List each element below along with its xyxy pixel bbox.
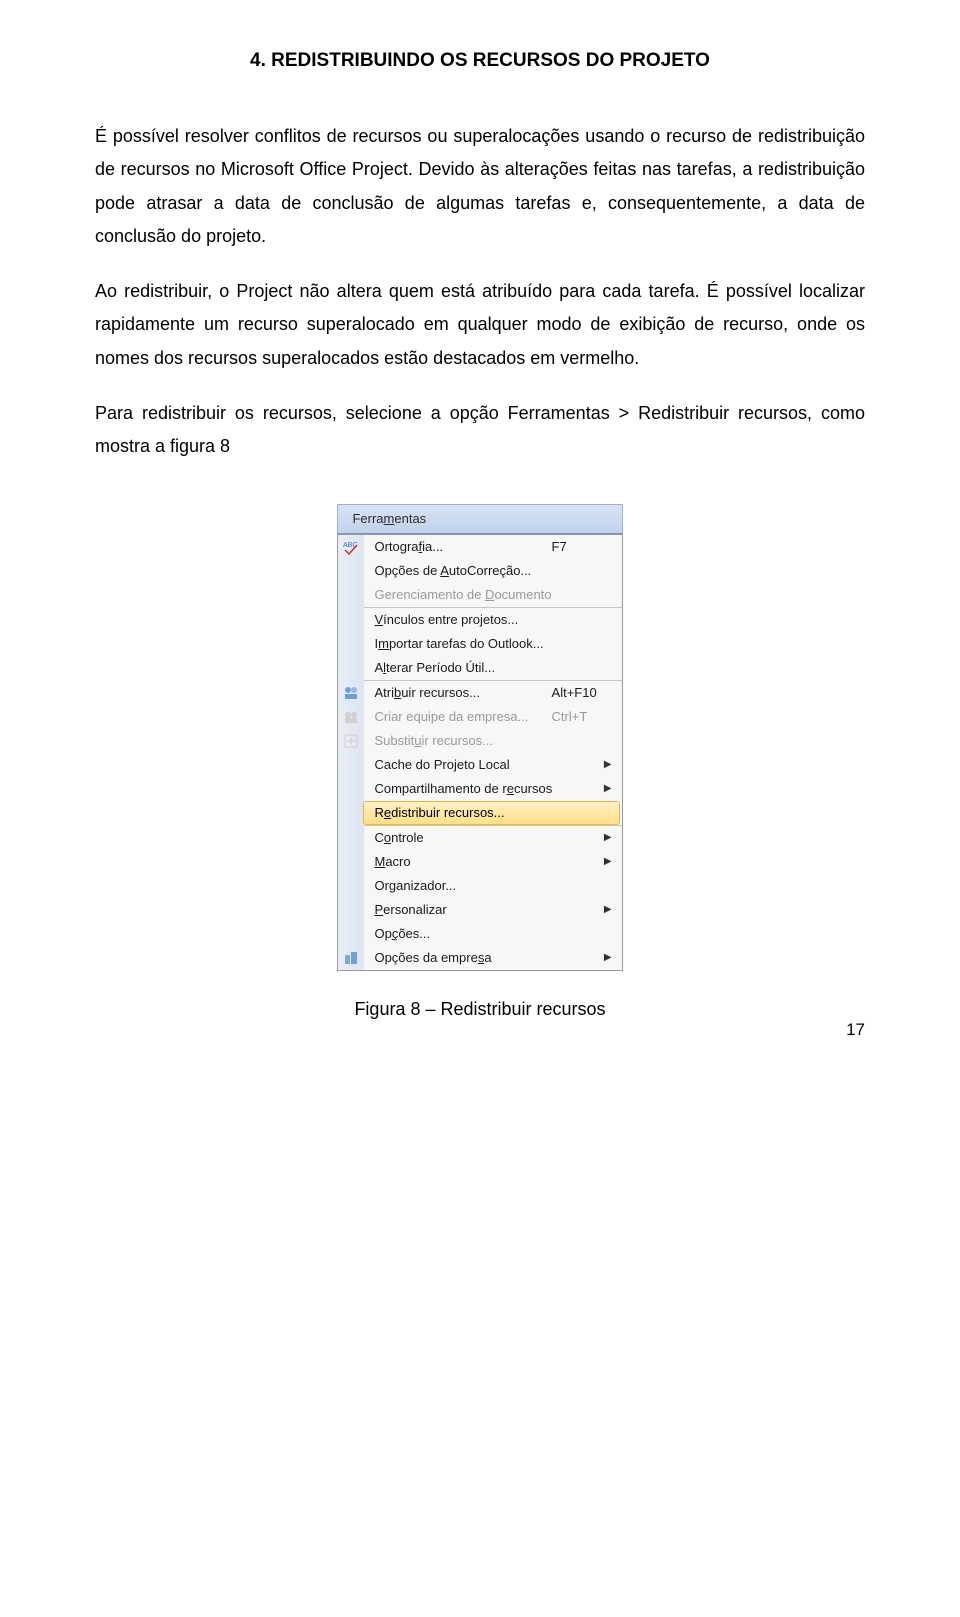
submenu-arrow-icon: ▶ xyxy=(604,952,622,963)
menu-item-icon-cell xyxy=(338,753,364,777)
menu-item-shortcut-spacer xyxy=(552,563,622,578)
menu-item[interactable]: Cache do Projeto Local▶ xyxy=(364,753,621,777)
submenu-arrow-icon: ▶ xyxy=(604,759,622,770)
menu-item-shortcut-spacer xyxy=(552,926,622,941)
menu-item-shortcut: Alt+F10 xyxy=(552,685,622,700)
menu-item-icon-cell xyxy=(338,850,364,874)
submenu-arrow-icon: ▶ xyxy=(604,856,622,867)
menu-item-icon-cell xyxy=(338,874,364,898)
paragraph-2: Ao redistribuir, o Project não altera qu… xyxy=(95,275,865,375)
menu-title-ferramentas[interactable]: Ferramentas xyxy=(337,504,622,534)
menu-item-redistribuir-recursos[interactable]: Redistribuir recursos... xyxy=(363,801,619,825)
spellcheck-icon: ABC xyxy=(343,539,359,555)
menu-item-icon-cell xyxy=(338,656,364,680)
menu-item-icon-cell xyxy=(338,705,364,729)
menu-item-label: Atribuir recursos... xyxy=(364,685,551,700)
menu-item[interactable]: Personalizar▶ xyxy=(364,898,621,922)
menu-item-icon-cell xyxy=(338,801,364,825)
menu-body: ABC Ortografia...F7Opções de AutoCorreçã… xyxy=(337,534,622,971)
menu-item[interactable]: Compartilhamento de recursos▶ xyxy=(364,777,621,801)
menu-item-icon-cell xyxy=(338,898,364,922)
menu-item-shortcut: Ctrl+T xyxy=(552,709,622,724)
menu-item[interactable]: Ortografia...F7 xyxy=(364,535,621,559)
menu-items-column: Ortografia...F7Opções de AutoCorreção...… xyxy=(364,535,621,970)
menu-item-label: Opções de AutoCorreção... xyxy=(364,563,551,578)
paragraph-3: Para redistribuir os recursos, selecione… xyxy=(95,397,865,464)
menu-item-shortcut-spacer xyxy=(552,612,622,627)
menu-item-label: Opções da empresa xyxy=(364,950,603,965)
menu-item[interactable]: Opções da empresa▶ xyxy=(364,946,621,970)
menu-item-label: Organizador... xyxy=(364,878,551,893)
menu-item-label: Importar tarefas do Outlook... xyxy=(364,636,551,651)
ferramentas-menu-screenshot: Ferramentas ABC Ortografia...F7Opções de… xyxy=(337,504,622,971)
menu-item-shortcut-spacer xyxy=(552,636,622,651)
menu-item-icon-cell xyxy=(338,559,364,583)
menu-item[interactable]: Controle▶ xyxy=(364,826,621,850)
menu-item-label: Opções... xyxy=(364,926,551,941)
menu-item[interactable]: Opções de AutoCorreção... xyxy=(364,559,621,583)
menu-item-shortcut-spacer xyxy=(549,805,619,820)
substitute-resources-icon xyxy=(343,733,359,749)
menu-item-shortcut-spacer xyxy=(552,733,622,748)
section-heading: 4. REDISTRIBUINDO OS RECURSOS DO PROJETO xyxy=(95,50,865,72)
menu-item-label: Vínculos entre projetos... xyxy=(364,612,551,627)
menu-item-label: Redistribuir recursos... xyxy=(364,805,548,820)
menu-item-icon-cell xyxy=(338,632,364,656)
submenu-arrow-icon: ▶ xyxy=(604,832,622,843)
menu-item-label: Cache do Projeto Local xyxy=(364,757,603,772)
menu-item[interactable]: Alterar Período Útil... xyxy=(364,656,621,680)
menu-item-shortcut-spacer xyxy=(552,878,622,893)
menu-item-label: Controle xyxy=(364,830,603,845)
menu-item-shortcut-spacer xyxy=(552,660,622,675)
menu-item[interactable]: Vínculos entre projetos... xyxy=(364,608,621,632)
menu-item-icon-cell xyxy=(338,608,364,632)
menu-item-label: Personalizar xyxy=(364,902,603,917)
menu-item-icon-cell xyxy=(338,681,364,705)
enterprise-options-icon xyxy=(343,950,359,966)
menu-item-label: Alterar Período Útil... xyxy=(364,660,551,675)
page-number: 17 xyxy=(846,1020,865,1040)
menu-item-shortcut: F7 xyxy=(552,539,622,554)
menu-item-icon-cell xyxy=(338,583,364,607)
menu-item: Substituir recursos... xyxy=(364,729,621,753)
document-page: 4. REDISTRIBUINDO OS RECURSOS DO PROJETO… xyxy=(0,0,960,1060)
paragraph-1: É possível resolver conflitos de recurso… xyxy=(95,120,865,253)
figure-caption: Figura 8 – Redistribuir recursos xyxy=(95,999,865,1020)
menu-item[interactable]: Atribuir recursos...Alt+F10 xyxy=(364,681,621,705)
menu-item-icon-cell xyxy=(338,729,364,753)
menu-item-label: Ortografia... xyxy=(364,539,551,554)
team-icon xyxy=(343,709,359,725)
menu-item-icon-cell xyxy=(338,922,364,946)
figure-wrapper: Ferramentas ABC Ortografia...F7Opções de… xyxy=(95,504,865,1020)
menu-item-label: Macro xyxy=(364,854,603,869)
menu-item-icon-cell xyxy=(338,777,364,801)
submenu-arrow-icon: ▶ xyxy=(604,783,622,794)
menu-icon-strip: ABC xyxy=(338,535,364,970)
menu-item-shortcut-spacer xyxy=(552,587,622,602)
menu-item-icon-cell xyxy=(338,826,364,850)
menu-item-icon-cell: ABC xyxy=(338,535,364,559)
menu-item[interactable]: Opções... xyxy=(364,922,621,946)
menu-item-label: Gerenciamento de Documento xyxy=(364,587,551,602)
menu-item: Gerenciamento de Documento xyxy=(364,583,621,607)
menu-item-label: Substituir recursos... xyxy=(364,733,551,748)
submenu-arrow-icon: ▶ xyxy=(604,904,622,915)
menu-item[interactable]: Macro▶ xyxy=(364,850,621,874)
assign-resources-icon xyxy=(343,685,359,701)
menu-item-icon-cell xyxy=(338,946,364,970)
menu-item[interactable]: Importar tarefas do Outlook... xyxy=(364,632,621,656)
menu-item: Criar equipe da empresa...Ctrl+T xyxy=(364,705,621,729)
menu-item-label: Criar equipe da empresa... xyxy=(364,709,551,724)
menu-item-label: Compartilhamento de recursos xyxy=(364,781,603,796)
menu-item[interactable]: Organizador... xyxy=(364,874,621,898)
